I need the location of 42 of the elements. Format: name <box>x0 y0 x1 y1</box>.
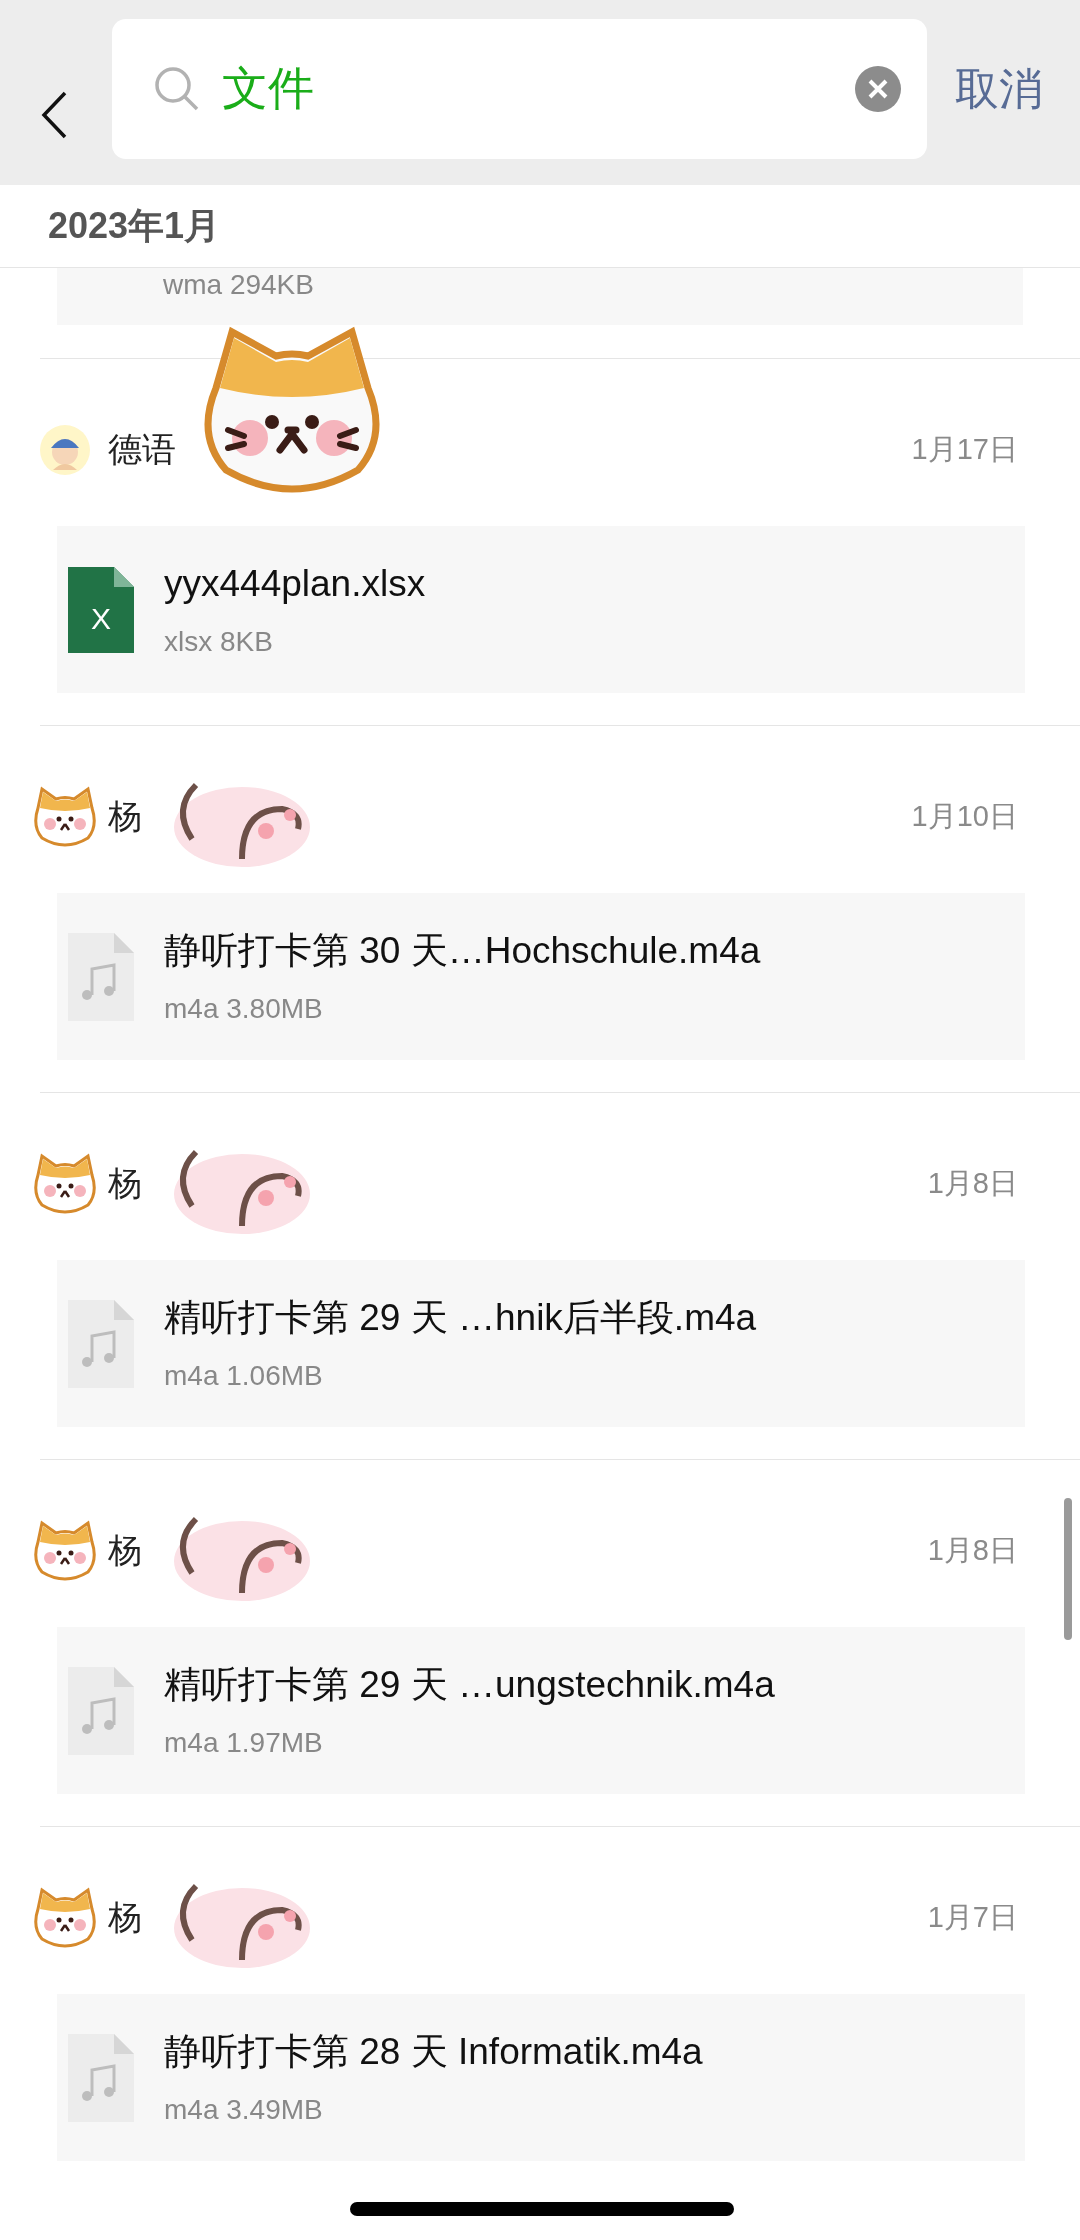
sender-name: 杨 <box>108 1530 142 1571</box>
sender-name: 德语 <box>108 429 176 470</box>
audio-file-icon <box>68 1666 134 1755</box>
sender-name: 杨 <box>108 796 142 837</box>
avatar-drawing <box>39 423 91 476</box>
date-label: 1月8日 <box>927 1165 1018 1201</box>
file-card[interactable]: 静听打卡第 28 天 Informatik.m4a m4a 3.49MB <box>57 1994 1025 2161</box>
audio-file-icon <box>68 1299 134 1388</box>
file-name: yyx444plan.xlsx <box>164 561 426 606</box>
file-meta: xlsx 8KB <box>164 625 273 660</box>
date-label: 1月10日 <box>911 798 1018 834</box>
file-meta: m4a 1.97MB <box>164 1726 323 1761</box>
file-meta: m4a 1.06MB <box>164 1359 323 1394</box>
search-text: 文件 <box>222 54 833 123</box>
file-name: 精听打卡第 29 天 …hnik后半段.m4a <box>164 1295 757 1340</box>
file-card[interactable]: X yyx444plan.xlsx xlsx 8KB <box>57 526 1025 693</box>
file-meta: wma 294KB <box>163 268 314 302</box>
cat-avatar-drawing <box>32 1152 98 1215</box>
file-name: 精听打卡第 29 天 …ungstechnik.m4a <box>164 1662 775 1707</box>
audio-file-icon <box>68 932 134 1021</box>
file-name: 静听打卡第 30 天…Hochschule.m4a <box>164 928 761 973</box>
spreadsheet-file-icon: X <box>68 566 134 653</box>
section-header: 2023年1月 <box>48 204 221 248</box>
file-card[interactable]: 精听打卡第 29 天 …hnik后半段.m4a m4a 1.06MB <box>57 1260 1025 1427</box>
file-meta: m4a 3.80MB <box>164 992 323 1027</box>
cancel-button[interactable]: 取消 <box>955 55 1043 122</box>
sender-name: 杨 <box>108 1163 142 1204</box>
date-label: 1月17日 <box>911 431 1018 467</box>
file-card[interactable]: 静听打卡第 30 天…Hochschule.m4a m4a 3.80MB <box>57 893 1025 1060</box>
sender-name: 杨 <box>108 1897 142 1938</box>
back-icon <box>41 90 67 139</box>
clear-icon[interactable] <box>855 65 901 112</box>
file-name: 静听打卡第 28 天 Informatik.m4a <box>164 2029 703 2074</box>
date-label: 1月8日 <box>927 1532 1018 1568</box>
date-label: 1月7日 <box>927 1899 1018 1935</box>
cat-avatar-drawing <box>32 1519 98 1582</box>
file-meta: m4a 3.49MB <box>164 2093 323 2128</box>
search-icon <box>154 65 200 112</box>
cat-avatar-drawing <box>32 1886 98 1949</box>
audio-file-icon <box>68 2033 134 2122</box>
file-card[interactable]: 精听打卡第 29 天 …ungstechnik.m4a m4a 1.97MB <box>57 1627 1025 1794</box>
cat-avatar-drawing <box>32 785 98 848</box>
